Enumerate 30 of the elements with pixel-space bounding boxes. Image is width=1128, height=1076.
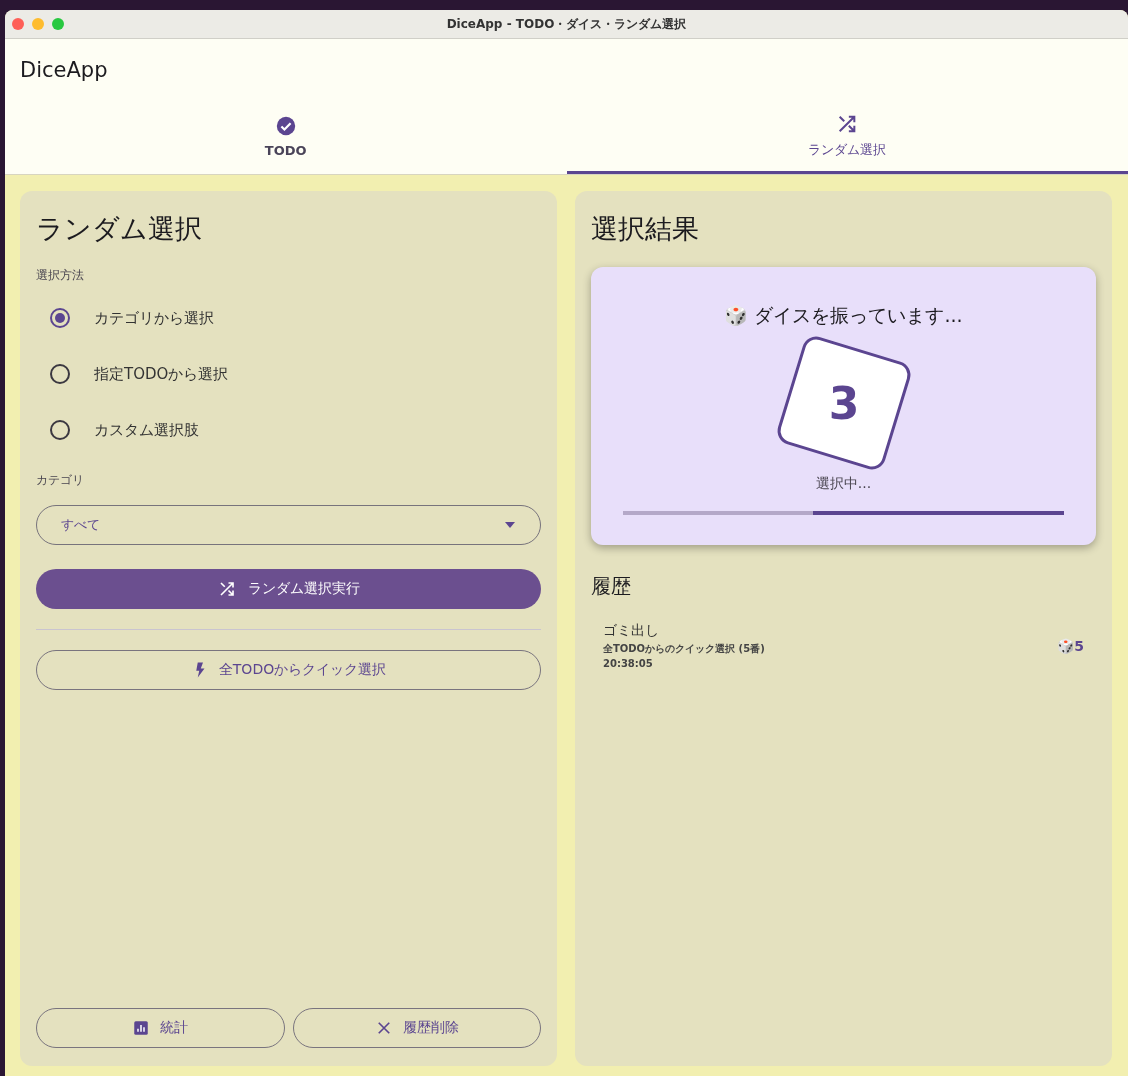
radio-label[interactable]: カスタム選択肢	[94, 420, 199, 440]
history-title: 履歴	[591, 573, 632, 600]
history-detail: 全TODOからのクイック選択 (5番)	[603, 642, 766, 656]
history-result: 🎲5	[1057, 637, 1084, 654]
tab[interactable]: ランダム選択	[566, 101, 1128, 174]
close-window-button[interactable]	[12, 18, 24, 30]
history-item[interactable]: ゴミ出し 全TODOからのクイック選択 (5番) 20:38:05 🎲5	[591, 622, 1096, 669]
panel-title: ランダム選択	[36, 212, 203, 246]
radio-button[interactable]	[50, 364, 70, 384]
dropdown-caret-icon	[504, 521, 516, 529]
dropdown-value: すべて	[61, 516, 100, 534]
radio-button[interactable]	[50, 308, 70, 328]
shuffle-icon	[217, 580, 236, 598]
radio-label[interactable]: カテゴリから選択	[94, 308, 214, 328]
tab[interactable]: TODO	[5, 101, 567, 174]
section-label: 選択方法	[36, 267, 85, 284]
dice-number: 3	[828, 377, 859, 429]
history-time: 20:38:05	[603, 658, 654, 669]
window-title: DiceApp - TODO・ダイス・ランダム選択	[446, 15, 687, 33]
rolling-message: 🎲 ダイスを振っています...	[724, 303, 963, 328]
radio-label[interactable]: 指定TODOから選択	[94, 364, 229, 384]
check-circle-icon	[274, 114, 297, 137]
app-title: DiceApp	[20, 58, 108, 82]
radio-button[interactable]	[50, 420, 70, 440]
history-title-text: ゴミ出し	[603, 622, 660, 640]
status-text: 選択中...	[815, 475, 872, 493]
panel-title: 選択結果	[591, 212, 700, 246]
chart-icon	[132, 1019, 151, 1037]
field-label: カテゴリ	[36, 472, 85, 489]
random-select-button[interactable]: ランダム選択実行	[36, 569, 541, 609]
